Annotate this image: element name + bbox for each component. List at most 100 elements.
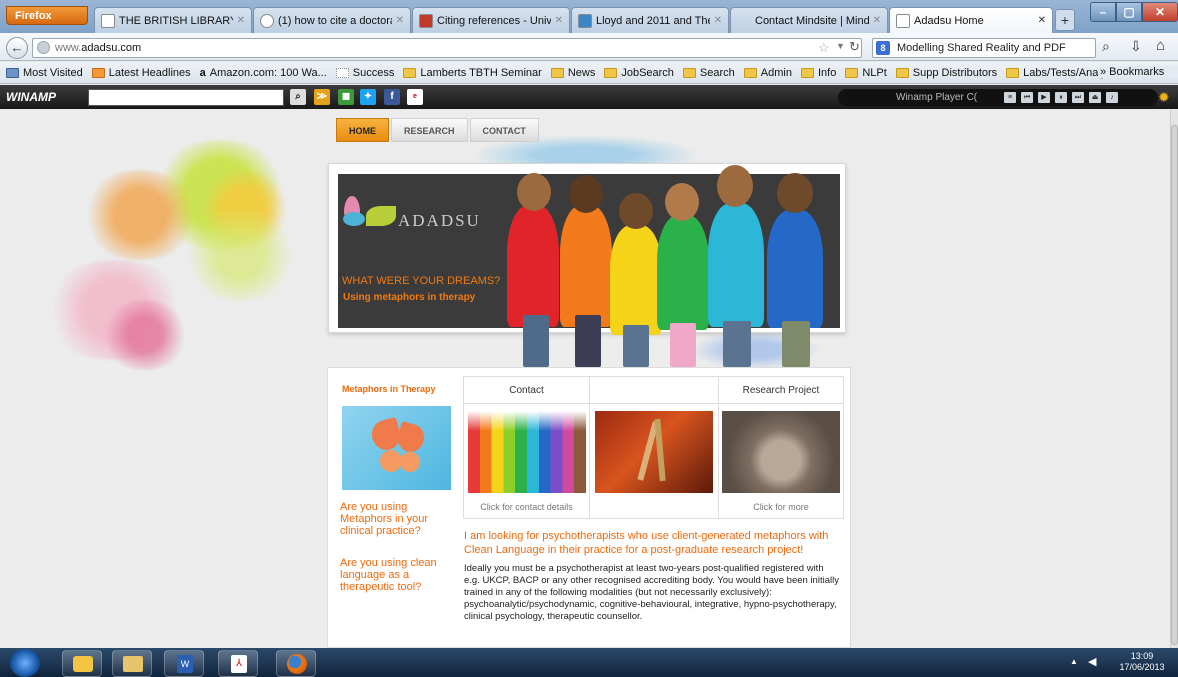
play-icon[interactable]: ▶ (1038, 92, 1050, 103)
bookmark-amazon[interactable]: a Amazon.com: 100 Wa... (200, 67, 327, 79)
nav-research[interactable]: RESEARCH (391, 118, 468, 142)
page-icon (335, 67, 349, 78)
download-icon[interactable]: ⇩ (1130, 38, 1142, 55)
bookmark-latest-headlines[interactable]: Latest Headlines (91, 67, 191, 79)
butterfly-wing-icon (394, 421, 428, 455)
menu-icon[interactable]: ≡ (1004, 92, 1016, 103)
reload-icon[interactable]: ↻ (849, 39, 860, 55)
ebay-icon[interactable]: e (407, 89, 423, 105)
outlook-taskbar-icon[interactable] (62, 650, 102, 677)
eject-icon[interactable]: ⏏ (1089, 92, 1101, 103)
word-taskbar-icon[interactable]: W (164, 650, 204, 677)
globe-icon (37, 41, 50, 54)
folder-icon (550, 67, 564, 78)
minimize-button[interactable]: – (1090, 2, 1116, 22)
previous-icon[interactable]: ⏮ (1021, 92, 1033, 103)
tab-adadsu-home[interactable]: Adadsu Home ✕ (889, 7, 1053, 33)
colored-pencils-image[interactable] (468, 411, 586, 493)
close-icon[interactable]: ✕ (396, 15, 404, 26)
butterfly-image[interactable] (342, 406, 451, 490)
tab-contact-mindsite[interactable]: Contact Mindsite | Minds... ✕ (730, 7, 888, 33)
sidebar-title[interactable]: Metaphors in Therapy (342, 384, 436, 394)
nav-contact[interactable]: CONTACT (469, 118, 539, 142)
bookmark-supp-distributors[interactable]: Supp Distributors (895, 67, 997, 79)
back-button[interactable]: ← (6, 37, 28, 59)
folder-icon (682, 67, 696, 78)
bookmarks-menu-button[interactable]: » Bookmarks (1098, 66, 1178, 78)
tab-british-library[interactable]: THE BRITISH LIBRARY - ... ✕ (94, 7, 252, 33)
winamp-search-input[interactable] (88, 89, 284, 106)
bookmark-label: Search (699, 66, 735, 79)
bookmark-lamberts[interactable]: Lamberts TBTH Seminar (403, 66, 542, 79)
firefox-menu-button[interactable]: Firefox (6, 6, 88, 25)
bookmark-most-visited[interactable]: Most Visited (6, 67, 83, 79)
pottery-image[interactable] (722, 411, 840, 493)
facebook-icon[interactable]: f (384, 89, 400, 105)
winamp-logo: WINAMP (6, 90, 56, 104)
firefox-icon (287, 654, 307, 674)
home-icon[interactable]: ⌂ (1156, 37, 1165, 54)
bookmark-label: Info (817, 66, 837, 79)
nav-home[interactable]: HOME (336, 118, 389, 142)
settings-icon[interactable]: ✹ (1158, 89, 1170, 106)
star-icon[interactable]: ☆ (818, 40, 830, 56)
winamp-icon[interactable]: ≫ (314, 89, 330, 105)
research-description: Ideally you must be a psychotherapist at… (464, 563, 839, 622)
pencil-tips (468, 411, 586, 431)
word-icon: W (177, 655, 193, 673)
tab-label: THE BRITISH LIBRARY - ... (119, 14, 233, 27)
page-icon (896, 13, 910, 28)
bookmark-admin[interactable]: Admin (743, 67, 792, 79)
question-metaphors: Are you using Metaphors in your clinical… (340, 501, 429, 537)
brush-icon (654, 418, 666, 482)
close-icon[interactable]: ✕ (714, 15, 722, 26)
close-window-button[interactable]: ✕ (1142, 2, 1178, 22)
logo-leaf-icon (343, 212, 365, 226)
bookmark-info[interactable]: Info (800, 66, 837, 79)
close-icon[interactable]: ✕ (555, 15, 563, 26)
close-icon[interactable]: ✕ (873, 15, 881, 26)
bookmark-success[interactable]: Success (335, 67, 394, 79)
tab-citing-references[interactable]: Citing references - Unive... ✕ (412, 7, 570, 33)
volume-icon[interactable]: ◀ (1088, 655, 1096, 668)
url-bar[interactable]: www.adadsu.com (32, 38, 862, 58)
search-field[interactable]: Modelling Shared Reality and PDF (872, 38, 1096, 58)
volume-icon[interactable]: ♪ (1106, 92, 1118, 103)
site-icon (578, 13, 592, 28)
clock-date: 17/06/2013 (1119, 662, 1165, 672)
search-engine-icon[interactable]: 8 (876, 41, 890, 55)
paint-splash (100, 300, 190, 370)
paintbrushes-image[interactable] (595, 411, 713, 493)
start-button-icon[interactable] (10, 649, 40, 677)
android-icon[interactable]: ◼ (338, 89, 354, 105)
acrobat-taskbar-icon[interactable]: ⅄ (218, 650, 258, 677)
maximize-button[interactable]: ▢ (1116, 2, 1142, 22)
bookmark-news[interactable]: News (550, 66, 596, 79)
new-tab-button[interactable]: + (1055, 9, 1075, 31)
tab-lloyd[interactable]: Lloyd and 2011 and The ... ✕ (571, 7, 729, 33)
close-icon[interactable]: ✕ (237, 15, 245, 26)
tile-contact-caption[interactable]: Click for contact details (463, 502, 590, 512)
scrollbar-thumb[interactable] (1171, 125, 1178, 645)
dropdown-arrow-icon[interactable]: ▼ (836, 41, 845, 51)
bookmark-label: Lamberts TBTH Seminar (420, 66, 542, 79)
twitter-icon[interactable]: ✦ (360, 89, 376, 105)
bookmark-nlpt[interactable]: NLPt (845, 67, 887, 79)
page-icon (101, 13, 115, 28)
bookmark-label: News (567, 66, 596, 79)
bookmark-search[interactable]: Search (682, 66, 735, 79)
tile-research-caption[interactable]: Click for more (718, 502, 844, 512)
close-icon[interactable]: ✕ (1038, 15, 1046, 26)
search-icon[interactable]: ⌕ (290, 89, 306, 105)
firefox-taskbar-icon[interactable] (276, 650, 316, 677)
tray-arrow-icon[interactable]: ▲ (1070, 657, 1078, 666)
bookmark-icon (6, 67, 19, 78)
explorer-taskbar-icon[interactable] (112, 650, 152, 677)
magnifier-icon[interactable]: ⌕ (1102, 38, 1110, 55)
tab-label: Adadsu Home (914, 14, 984, 27)
system-clock[interactable]: 13:09 17/06/2013 (1112, 651, 1172, 673)
next-icon[interactable]: ⏭ (1072, 92, 1084, 103)
bookmark-jobsearch[interactable]: JobSearch (604, 67, 674, 79)
pause-icon[interactable]: ⏸ (1055, 92, 1067, 103)
tab-cite-doctorate[interactable]: (1) how to cite a doctorat... ✕ (253, 7, 411, 33)
